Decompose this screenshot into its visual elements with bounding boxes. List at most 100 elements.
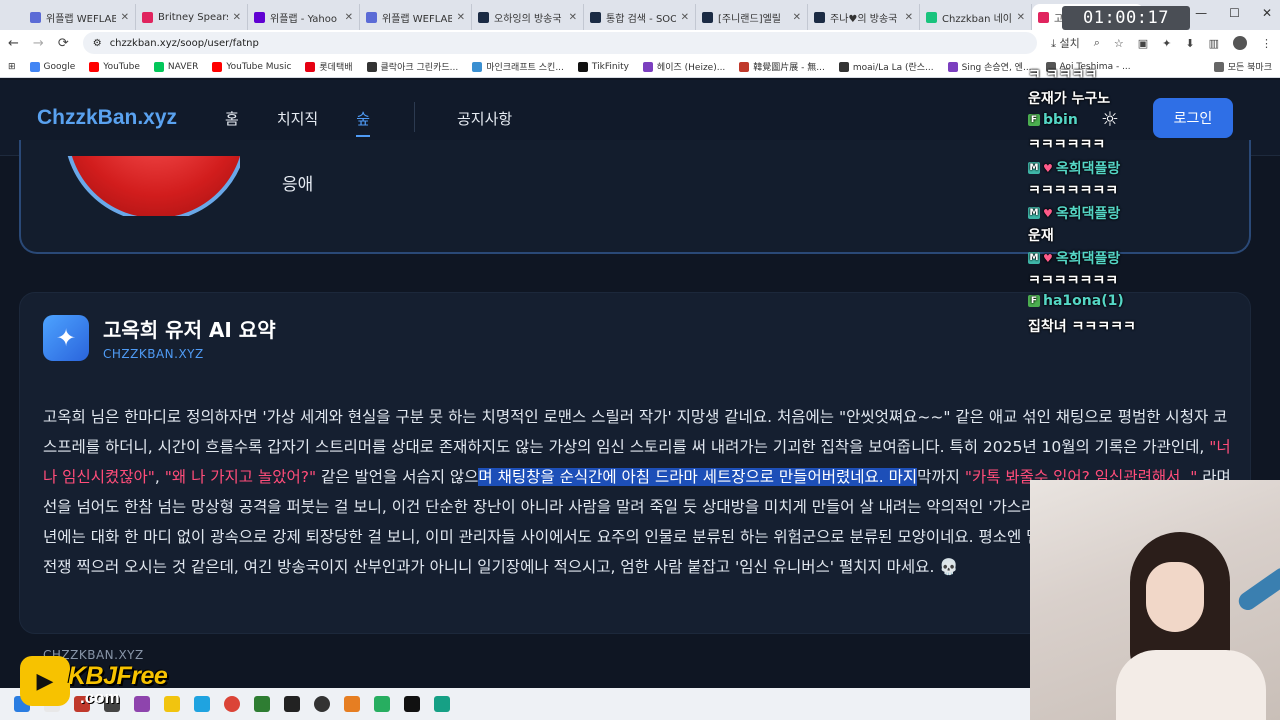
zoom-icon[interactable]: ⌕ (1094, 36, 1100, 50)
bookmark-favicon-icon (577, 61, 588, 72)
reload-icon[interactable]: ⟳ (58, 36, 69, 51)
bookmark-favicon-icon (153, 61, 164, 72)
browser-tab[interactable]: 주나♥의 방송국 ✕ (808, 4, 920, 30)
sidebar-icon[interactable]: ▥ (1209, 37, 1219, 50)
webcam-overlay (1030, 480, 1280, 720)
maximize-icon[interactable]: ☐ (1229, 6, 1240, 20)
bookmark-item[interactable]: TikFinity (577, 61, 629, 72)
bookmark-item[interactable]: 클락아크 그린카드... (366, 60, 458, 73)
window-controls: — ☐ ✕ (1195, 6, 1272, 20)
tab-close-icon[interactable]: ✕ (345, 12, 353, 23)
browser-tab[interactable]: 오하잉의 방송국 ✕ (472, 4, 584, 30)
obs-icon[interactable] (314, 696, 330, 712)
chat-line: 운재가 누구노 (1028, 88, 1110, 108)
chat-username: M ♥ 옥희댁플랑 (1028, 251, 1121, 267)
bookmark-favicon-icon (1213, 61, 1224, 72)
bookmark-favicon-icon (305, 61, 316, 72)
tab-close-icon[interactable]: ✕ (793, 12, 801, 23)
tab-close-icon[interactable]: ✕ (905, 12, 913, 23)
taskbar-app-icon[interactable] (404, 696, 420, 712)
nav-item[interactable]: 치지직 (277, 108, 318, 137)
back-icon[interactable]: ← (8, 36, 19, 51)
chrome-icon[interactable] (224, 696, 240, 712)
tab-favicon-icon (142, 11, 153, 23)
browser-tab[interactable]: 위플랩 WEFLAB ✕ (24, 4, 136, 30)
nav-item[interactable]: 숲 (356, 108, 371, 137)
taskbar-app-icon[interactable] (254, 696, 270, 712)
bookmark-star-icon[interactable]: ☆ (1114, 37, 1124, 50)
nav-item[interactable]: 홈 (225, 108, 239, 137)
close-window-icon[interactable]: ✕ (1262, 6, 1272, 20)
taskbar-app-icon[interactable] (374, 696, 390, 712)
bookmark-item[interactable]: NAVER (153, 61, 198, 72)
bookmark-favicon-icon (739, 61, 750, 72)
taskbar-app-icon[interactable] (284, 696, 300, 712)
bookmark-item[interactable]: 롯데택배 (305, 60, 353, 73)
taskbar-app-icon[interactable] (434, 696, 450, 712)
tab-favicon-icon (366, 11, 377, 23)
tab-label: 통합 검색 - SOO (606, 13, 676, 25)
extension-icon[interactable]: ▣ (1138, 37, 1148, 50)
bookmark-item[interactable]: 韓覺圖片展 - 無... (739, 60, 825, 73)
tab-label: [주니랜드]엘릴 (718, 13, 782, 25)
browser-tab[interactable]: 통합 검색 - SOO ✕ (584, 4, 696, 30)
bookmark-favicon-icon (212, 61, 223, 72)
chat-line: Fbbin (1028, 112, 1078, 128)
browser-tab[interactable]: 위플랩 - Yahoo ✕ (248, 4, 360, 30)
bookmark-favicon-icon (947, 61, 958, 72)
chat-message: 운재가 누구노 (1028, 91, 1111, 107)
tab-close-icon[interactable]: ✕ (233, 12, 241, 23)
forward-icon[interactable]: → (33, 36, 44, 51)
bookmark-item[interactable]: 마인크래프트 스킨... (472, 60, 564, 73)
bookmark-item[interactable]: YouTube (89, 61, 140, 72)
profile-avatar-icon[interactable] (1233, 36, 1247, 50)
tab-close-icon[interactable]: ✕ (681, 12, 689, 23)
tab-label: 위플랩 WEFLAB (382, 13, 452, 25)
site-info-icon[interactable]: ⚙ (93, 38, 102, 49)
play-icon: ▶ (20, 656, 70, 706)
bookmark-item[interactable]: Sing 손승연, 엔... (947, 60, 1032, 73)
streamer-face (1146, 562, 1204, 632)
watermark: ▶ KBJFree .com (20, 656, 210, 714)
tab-close-icon[interactable]: ✕ (457, 12, 465, 23)
chat-badge-icon: F (1028, 295, 1040, 307)
chat-message: ㅋㅋㅋㅋㅋㅋㅋ (1028, 183, 1119, 199)
heart-badge-icon: ♥ (1043, 161, 1053, 175)
chat-badge-icon: F (1028, 114, 1040, 126)
download-icon[interactable]: ⬇ (1185, 37, 1194, 50)
site-logo[interactable]: ChzzkBan.xyz (37, 106, 177, 130)
browser-tab[interactable]: Britney Spears ✕ (136, 4, 248, 30)
chat-message: 집착녀 ㅋㅋㅋㅋㅋ (1028, 319, 1136, 335)
chat-badge-icon: M (1028, 252, 1040, 264)
bookmark-favicon-icon (838, 61, 849, 72)
nav-item-notice[interactable]: 공지사항 (457, 108, 512, 129)
browser-tab[interactable]: 위플랩 WEFLAB ✕ (360, 4, 472, 30)
selected-text: 며 채팅창을 순식간에 아침 드라마 세트장으로 만들어버렸네요. 마지 (478, 468, 918, 486)
bookmark-favicon-icon (472, 61, 483, 72)
tab-close-icon[interactable]: ✕ (1017, 12, 1025, 23)
bookmark-item[interactable]: 헤이즈 (Heize)... (642, 60, 725, 73)
bookmark-item[interactable]: YouTube Music (212, 61, 291, 72)
bookmark-item[interactable]: Google (29, 61, 75, 72)
minimize-icon[interactable]: — (1195, 6, 1207, 20)
tab-close-icon[interactable]: ✕ (569, 12, 577, 23)
chat-line: ㅋㅋㅋㅋㅋㅋ (1028, 134, 1105, 154)
chat-line: M ♥ 옥희댁플랑 (1028, 203, 1120, 223)
tab-close-icon[interactable]: ✕ (121, 12, 129, 23)
browser-tab[interactable]: Chzzkban 네이 ✕ (920, 4, 1032, 30)
taskbar-app-icon[interactable] (344, 696, 360, 712)
url-text[interactable]: chzzkban.xyz/soop/user/fatnp (110, 38, 259, 49)
bookmark-item[interactable]: moai/La La (란스... (838, 60, 934, 73)
watermark-suffix: .com (80, 688, 120, 707)
login-button[interactable]: 로그인 (1153, 98, 1233, 138)
chat-message: ㅋㅋㅋㅋㅋㅋㅋ (1028, 273, 1119, 289)
menu-kebab-icon[interactable]: ⋮ (1261, 37, 1272, 50)
apps-grid-icon[interactable]: ⊞ (8, 62, 16, 72)
bookmark-item[interactable]: 모든 북마크 (1213, 60, 1272, 73)
address-bar[interactable]: ⚙ chzzkban.xyz/soop/user/fatnp (82, 32, 1038, 54)
puzzle-icon[interactable]: ✦ (1162, 37, 1171, 50)
theme-toggle-sun-icon[interactable]: ☼ (1099, 107, 1121, 131)
install-button[interactable]: ⤓ 설치 (1051, 35, 1080, 51)
browser-tab[interactable]: [주니랜드]엘릴 ✕ (696, 4, 808, 30)
chat-badge-icon: M (1028, 207, 1040, 219)
